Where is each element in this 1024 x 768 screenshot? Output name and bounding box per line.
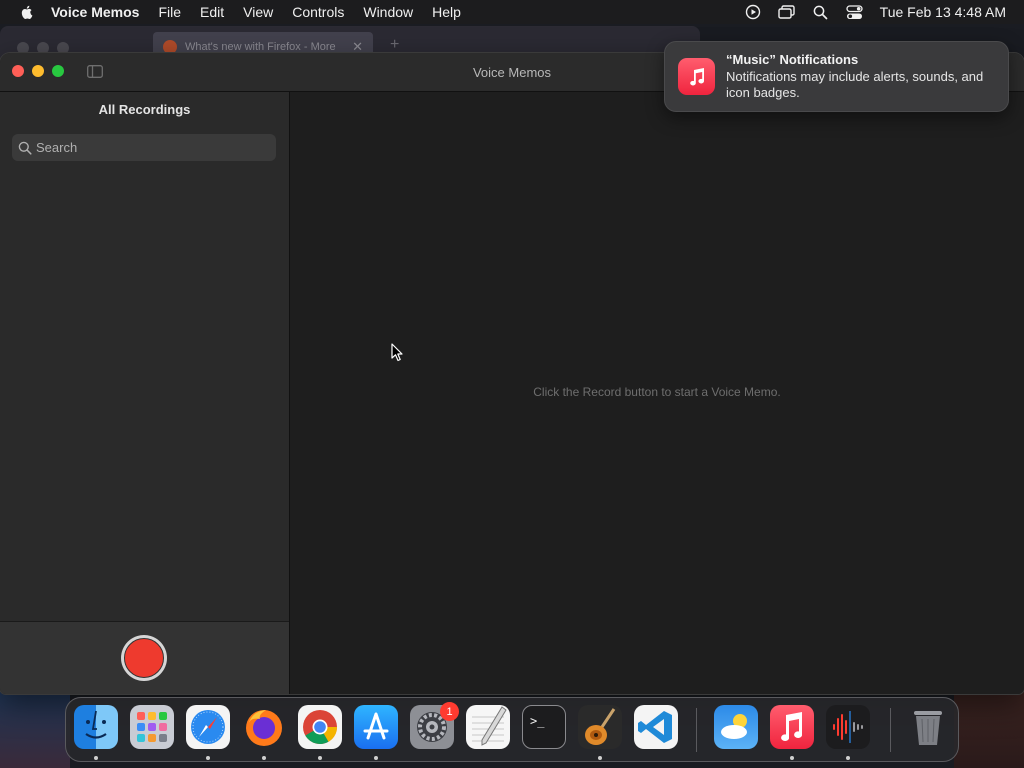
sidebar-heading: All Recordings: [98, 102, 191, 117]
dock-garageband-icon[interactable]: [578, 705, 622, 749]
dock-safari-running-indicator: [206, 756, 210, 760]
recording-detail-area: Click the Record button to start a Voice…: [290, 92, 1024, 694]
dock-music-running-indicator: [790, 756, 794, 760]
dock-music-icon[interactable]: [770, 705, 814, 749]
dock-terminal-icon[interactable]: >_: [522, 705, 566, 749]
dock-app-store-icon[interactable]: [354, 705, 398, 749]
music-notification-banner[interactable]: “Music” Notifications Notifications may …: [664, 41, 1009, 112]
desktop-wallpaper-left: [0, 690, 70, 768]
menu-window[interactable]: Window: [363, 4, 413, 20]
dock-separator-trash: [890, 708, 891, 752]
screen-record-icon[interactable]: [744, 4, 762, 20]
apple-menu-icon[interactable]: [19, 4, 35, 20]
desktop-wallpaper-right: [954, 690, 1024, 768]
record-icon: [124, 638, 164, 678]
svg-text:>_: >_: [530, 714, 545, 728]
dock-launchpad-icon[interactable]: [130, 705, 174, 749]
search-field[interactable]: [12, 134, 276, 161]
dock-vscode-icon[interactable]: [634, 705, 678, 749]
dock-firefox-running-indicator: [262, 756, 266, 760]
notification-title: “Music” Notifications: [726, 52, 859, 67]
control-center-icon[interactable]: [846, 4, 864, 20]
menu-file[interactable]: File: [158, 4, 181, 20]
dock-firefox-icon[interactable]: [242, 705, 286, 749]
dock-voice-memos-running-indicator: [846, 756, 850, 760]
notification-body: Notifications may include alerts, sounds…: [726, 69, 984, 100]
dock-weather-icon[interactable]: [714, 705, 758, 749]
dock-textedit-icon[interactable]: [466, 705, 510, 749]
screen-mirroring-icon[interactable]: [777, 4, 796, 20]
dock-voice-memos-icon[interactable]: [826, 705, 870, 749]
system-settings-badge: 1: [440, 702, 459, 721]
music-app-icon: [678, 58, 715, 95]
dock-garageband-running-indicator: [598, 756, 602, 760]
dock-finder-running-indicator: [94, 756, 98, 760]
search-icon: [18, 141, 32, 155]
dock-separator: [696, 708, 697, 752]
new-tab-icon[interactable]: +: [390, 36, 399, 54]
record-button[interactable]: [121, 635, 167, 681]
menu-help[interactable]: Help: [432, 4, 461, 20]
menu-bar-clock[interactable]: Tue Feb 13 4:48 AM: [880, 4, 1006, 20]
dock-trash-icon[interactable]: [906, 705, 950, 749]
firefox-favicon-icon: [163, 40, 177, 54]
dock: >_: [65, 697, 959, 762]
dock-safari-icon[interactable]: [186, 705, 230, 749]
empty-state-message: Click the Record button to start a Voice…: [533, 385, 781, 399]
dock-chrome-running-indicator: [318, 756, 322, 760]
recordings-sidebar: All Recordings: [0, 92, 290, 694]
dock-finder-icon[interactable]: [74, 705, 118, 749]
spotlight-icon[interactable]: [812, 4, 830, 20]
record-controls-area: [0, 621, 289, 694]
menu-edit[interactable]: Edit: [200, 4, 224, 20]
voice-memos-window: Voice Memos All Recordings Click the Rec…: [0, 53, 1024, 694]
firefox-tab-title: What's new with Firefox - More: [185, 41, 336, 53]
search-input[interactable]: [36, 140, 256, 155]
mouse-cursor-icon: [391, 343, 403, 362]
menu-view[interactable]: View: [243, 4, 273, 20]
menu-bar: Voice Memos File Edit View Controls Wind…: [0, 0, 1024, 24]
dock-chrome-icon[interactable]: [298, 705, 342, 749]
dock-app-store-running-indicator: [374, 756, 378, 760]
menu-controls[interactable]: Controls: [292, 4, 344, 20]
menu-app-name[interactable]: Voice Memos: [51, 4, 139, 20]
menu-bar-status-area: Tue Feb 13 4:48 AM: [728, 0, 1006, 24]
